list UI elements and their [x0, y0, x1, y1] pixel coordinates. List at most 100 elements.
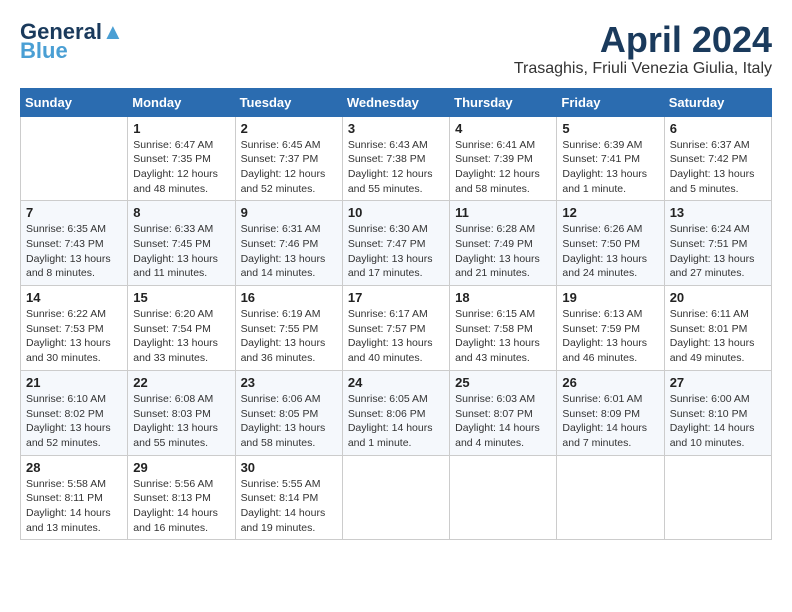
day-info: Sunrise: 6:15 AMSunset: 7:58 PMDaylight:… — [455, 307, 551, 366]
day-number: 21 — [26, 375, 122, 390]
day-info: Sunrise: 6:22 AMSunset: 7:53 PMDaylight:… — [26, 307, 122, 366]
month-title: April 2024 — [514, 20, 772, 60]
day-number: 6 — [670, 121, 766, 136]
calendar-cell — [21, 116, 128, 201]
day-info: Sunrise: 6:06 AMSunset: 8:05 PMDaylight:… — [241, 392, 337, 451]
calendar-week-1: 1Sunrise: 6:47 AMSunset: 7:35 PMDaylight… — [21, 116, 772, 201]
calendar-cell: 29Sunrise: 5:56 AMSunset: 8:13 PMDayligh… — [128, 455, 235, 540]
day-number: 30 — [241, 460, 337, 475]
weekday-header-friday: Friday — [557, 88, 664, 116]
day-info: Sunrise: 5:55 AMSunset: 8:14 PMDaylight:… — [241, 477, 337, 536]
calendar-cell: 2 Sunrise: 6:45 AMSunset: 7:37 PMDaylight… — [235, 116, 342, 201]
day-number: 10 — [348, 205, 444, 220]
title-area: April 2024 Trasaghis, Friuli Venezia Giu… — [514, 20, 772, 78]
calendar-cell: 21Sunrise: 6:10 AMSunset: 8:02 PMDayligh… — [21, 370, 128, 455]
calendar-cell: 15Sunrise: 6:20 AMSunset: 7:54 PMDayligh… — [128, 286, 235, 371]
day-info: Sunrise: 6:33 AMSunset: 7:45 PMDaylight:… — [133, 222, 229, 281]
calendar-week-4: 21Sunrise: 6:10 AMSunset: 8:02 PMDayligh… — [21, 370, 772, 455]
day-info: Sunrise: 6:19 AMSunset: 7:55 PMDaylight:… — [241, 307, 337, 366]
weekday-header-saturday: Saturday — [664, 88, 771, 116]
calendar-cell: 5 Sunrise: 6:39 AMSunset: 7:41 PMDaylight… — [557, 116, 664, 201]
calendar-cell: 30 Sunrise: 5:55 AMSunset: 8:14 PMDayligh… — [235, 455, 342, 540]
day-number: 5 — [562, 121, 658, 136]
day-info: Sunrise: 6:43 AMSunset: 7:38 PMDaylight:… — [348, 138, 444, 197]
logo: General▲ Blue — [20, 20, 124, 62]
day-info: Sunrise: 6:00 AMSunset: 8:10 PMDaylight:… — [670, 392, 766, 451]
calendar-cell: 18 Sunrise: 6:15 AMSunset: 7:58 PMDayligh… — [450, 286, 557, 371]
day-number: 12 — [562, 205, 658, 220]
calendar-week-2: 7 Sunrise: 6:35 AMSunset: 7:43 PMDaylight… — [21, 201, 772, 286]
day-info: Sunrise: 6:24 AMSunset: 7:51 PMDaylight:… — [670, 222, 766, 281]
calendar-cell: 8Sunrise: 6:33 AMSunset: 7:45 PMDaylight… — [128, 201, 235, 286]
calendar-cell: 9Sunrise: 6:31 AMSunset: 7:46 PMDaylight… — [235, 201, 342, 286]
day-info: Sunrise: 6:20 AMSunset: 7:54 PMDaylight:… — [133, 307, 229, 366]
calendar-cell: 26 Sunrise: 6:01 AMSunset: 8:09 PMDayligh… — [557, 370, 664, 455]
day-info: Sunrise: 6:01 AMSunset: 8:09 PMDaylight:… — [562, 392, 658, 451]
calendar-cell: 24 Sunrise: 6:05 AMSunset: 8:06 PMDayligh… — [342, 370, 449, 455]
day-info: Sunrise: 6:26 AMSunset: 7:50 PMDaylight:… — [562, 222, 658, 281]
day-info: Sunrise: 6:08 AMSunset: 8:03 PMDaylight:… — [133, 392, 229, 451]
calendar-cell: 13 Sunrise: 6:24 AMSunset: 7:51 PMDayligh… — [664, 201, 771, 286]
day-number: 11 — [455, 205, 551, 220]
day-number: 19 — [562, 290, 658, 305]
day-number: 9 — [241, 205, 337, 220]
day-number: 13 — [670, 205, 766, 220]
weekday-header-monday: Monday — [128, 88, 235, 116]
calendar-cell: 25 Sunrise: 6:03 AMSunset: 8:07 PMDayligh… — [450, 370, 557, 455]
day-number: 3 — [348, 121, 444, 136]
day-info: Sunrise: 6:11 AMSunset: 8:01 PMDaylight:… — [670, 307, 766, 366]
calendar-cell — [664, 455, 771, 540]
calendar-cell: 17 Sunrise: 6:17 AMSunset: 7:57 PMDayligh… — [342, 286, 449, 371]
calendar-cell: 4Sunrise: 6:41 AMSunset: 7:39 PMDaylight… — [450, 116, 557, 201]
day-info: Sunrise: 6:05 AMSunset: 8:06 PMDaylight:… — [348, 392, 444, 451]
calendar-cell: 3 Sunrise: 6:43 AMSunset: 7:38 PMDaylight… — [342, 116, 449, 201]
calendar-cell: 27 Sunrise: 6:00 AMSunset: 8:10 PMDayligh… — [664, 370, 771, 455]
day-number: 18 — [455, 290, 551, 305]
calendar-cell: 14Sunrise: 6:22 AMSunset: 7:53 PMDayligh… — [21, 286, 128, 371]
day-number: 26 — [562, 375, 658, 390]
day-info: Sunrise: 6:37 AMSunset: 7:42 PMDaylight:… — [670, 138, 766, 197]
calendar-cell: 6 Sunrise: 6:37 AMSunset: 7:42 PMDaylight… — [664, 116, 771, 201]
calendar-cell: 1Sunrise: 6:47 AMSunset: 7:35 PMDaylight… — [128, 116, 235, 201]
calendar-table: SundayMondayTuesdayWednesdayThursdayFrid… — [20, 88, 772, 541]
calendar-cell: 23 Sunrise: 6:06 AMSunset: 8:05 PMDayligh… — [235, 370, 342, 455]
day-number: 17 — [348, 290, 444, 305]
weekday-header-tuesday: Tuesday — [235, 88, 342, 116]
day-info: Sunrise: 6:39 AMSunset: 7:41 PMDaylight:… — [562, 138, 658, 197]
calendar-cell: 11 Sunrise: 6:28 AMSunset: 7:49 PMDayligh… — [450, 201, 557, 286]
day-number: 24 — [348, 375, 444, 390]
calendar-cell — [450, 455, 557, 540]
page-header: General▲ Blue April 2024 Trasaghis, Friu… — [20, 20, 772, 78]
day-number: 1 — [133, 121, 229, 136]
day-number: 20 — [670, 290, 766, 305]
day-info: Sunrise: 6:45 AMSunset: 7:37 PMDaylight:… — [241, 138, 337, 197]
day-number: 23 — [241, 375, 337, 390]
day-info: Sunrise: 5:58 AMSunset: 8:11 PMDaylight:… — [26, 477, 122, 536]
calendar-week-5: 28 Sunrise: 5:58 AMSunset: 8:11 PMDayligh… — [21, 455, 772, 540]
calendar-cell — [557, 455, 664, 540]
calendar-cell — [342, 455, 449, 540]
weekday-header-row: SundayMondayTuesdayWednesdayThursdayFrid… — [21, 88, 772, 116]
day-number: 16 — [241, 290, 337, 305]
day-number: 7 — [26, 205, 122, 220]
day-number: 22 — [133, 375, 229, 390]
calendar-cell: 16 Sunrise: 6:19 AMSunset: 7:55 PMDayligh… — [235, 286, 342, 371]
day-number: 28 — [26, 460, 122, 475]
day-number: 2 — [241, 121, 337, 136]
calendar-cell: 7 Sunrise: 6:35 AMSunset: 7:43 PMDaylight… — [21, 201, 128, 286]
day-info: Sunrise: 6:17 AMSunset: 7:57 PMDaylight:… — [348, 307, 444, 366]
location-title: Trasaghis, Friuli Venezia Giulia, Italy — [514, 60, 772, 78]
day-number: 25 — [455, 375, 551, 390]
day-info: Sunrise: 6:13 AMSunset: 7:59 PMDaylight:… — [562, 307, 658, 366]
calendar-cell: 22 Sunrise: 6:08 AMSunset: 8:03 PMDayligh… — [128, 370, 235, 455]
weekday-header-sunday: Sunday — [21, 88, 128, 116]
calendar-cell: 28 Sunrise: 5:58 AMSunset: 8:11 PMDayligh… — [21, 455, 128, 540]
calendar-cell: 19 Sunrise: 6:13 AMSunset: 7:59 PMDayligh… — [557, 286, 664, 371]
day-info: Sunrise: 6:28 AMSunset: 7:49 PMDaylight:… — [455, 222, 551, 281]
day-info: Sunrise: 6:03 AMSunset: 8:07 PMDaylight:… — [455, 392, 551, 451]
calendar-cell: 20 Sunrise: 6:11 AMSunset: 8:01 PMDayligh… — [664, 286, 771, 371]
day-info: Sunrise: 6:35 AMSunset: 7:43 PMDaylight:… — [26, 222, 122, 281]
day-number: 27 — [670, 375, 766, 390]
day-info: Sunrise: 6:30 AMSunset: 7:47 PMDaylight:… — [348, 222, 444, 281]
calendar-week-3: 14Sunrise: 6:22 AMSunset: 7:53 PMDayligh… — [21, 286, 772, 371]
